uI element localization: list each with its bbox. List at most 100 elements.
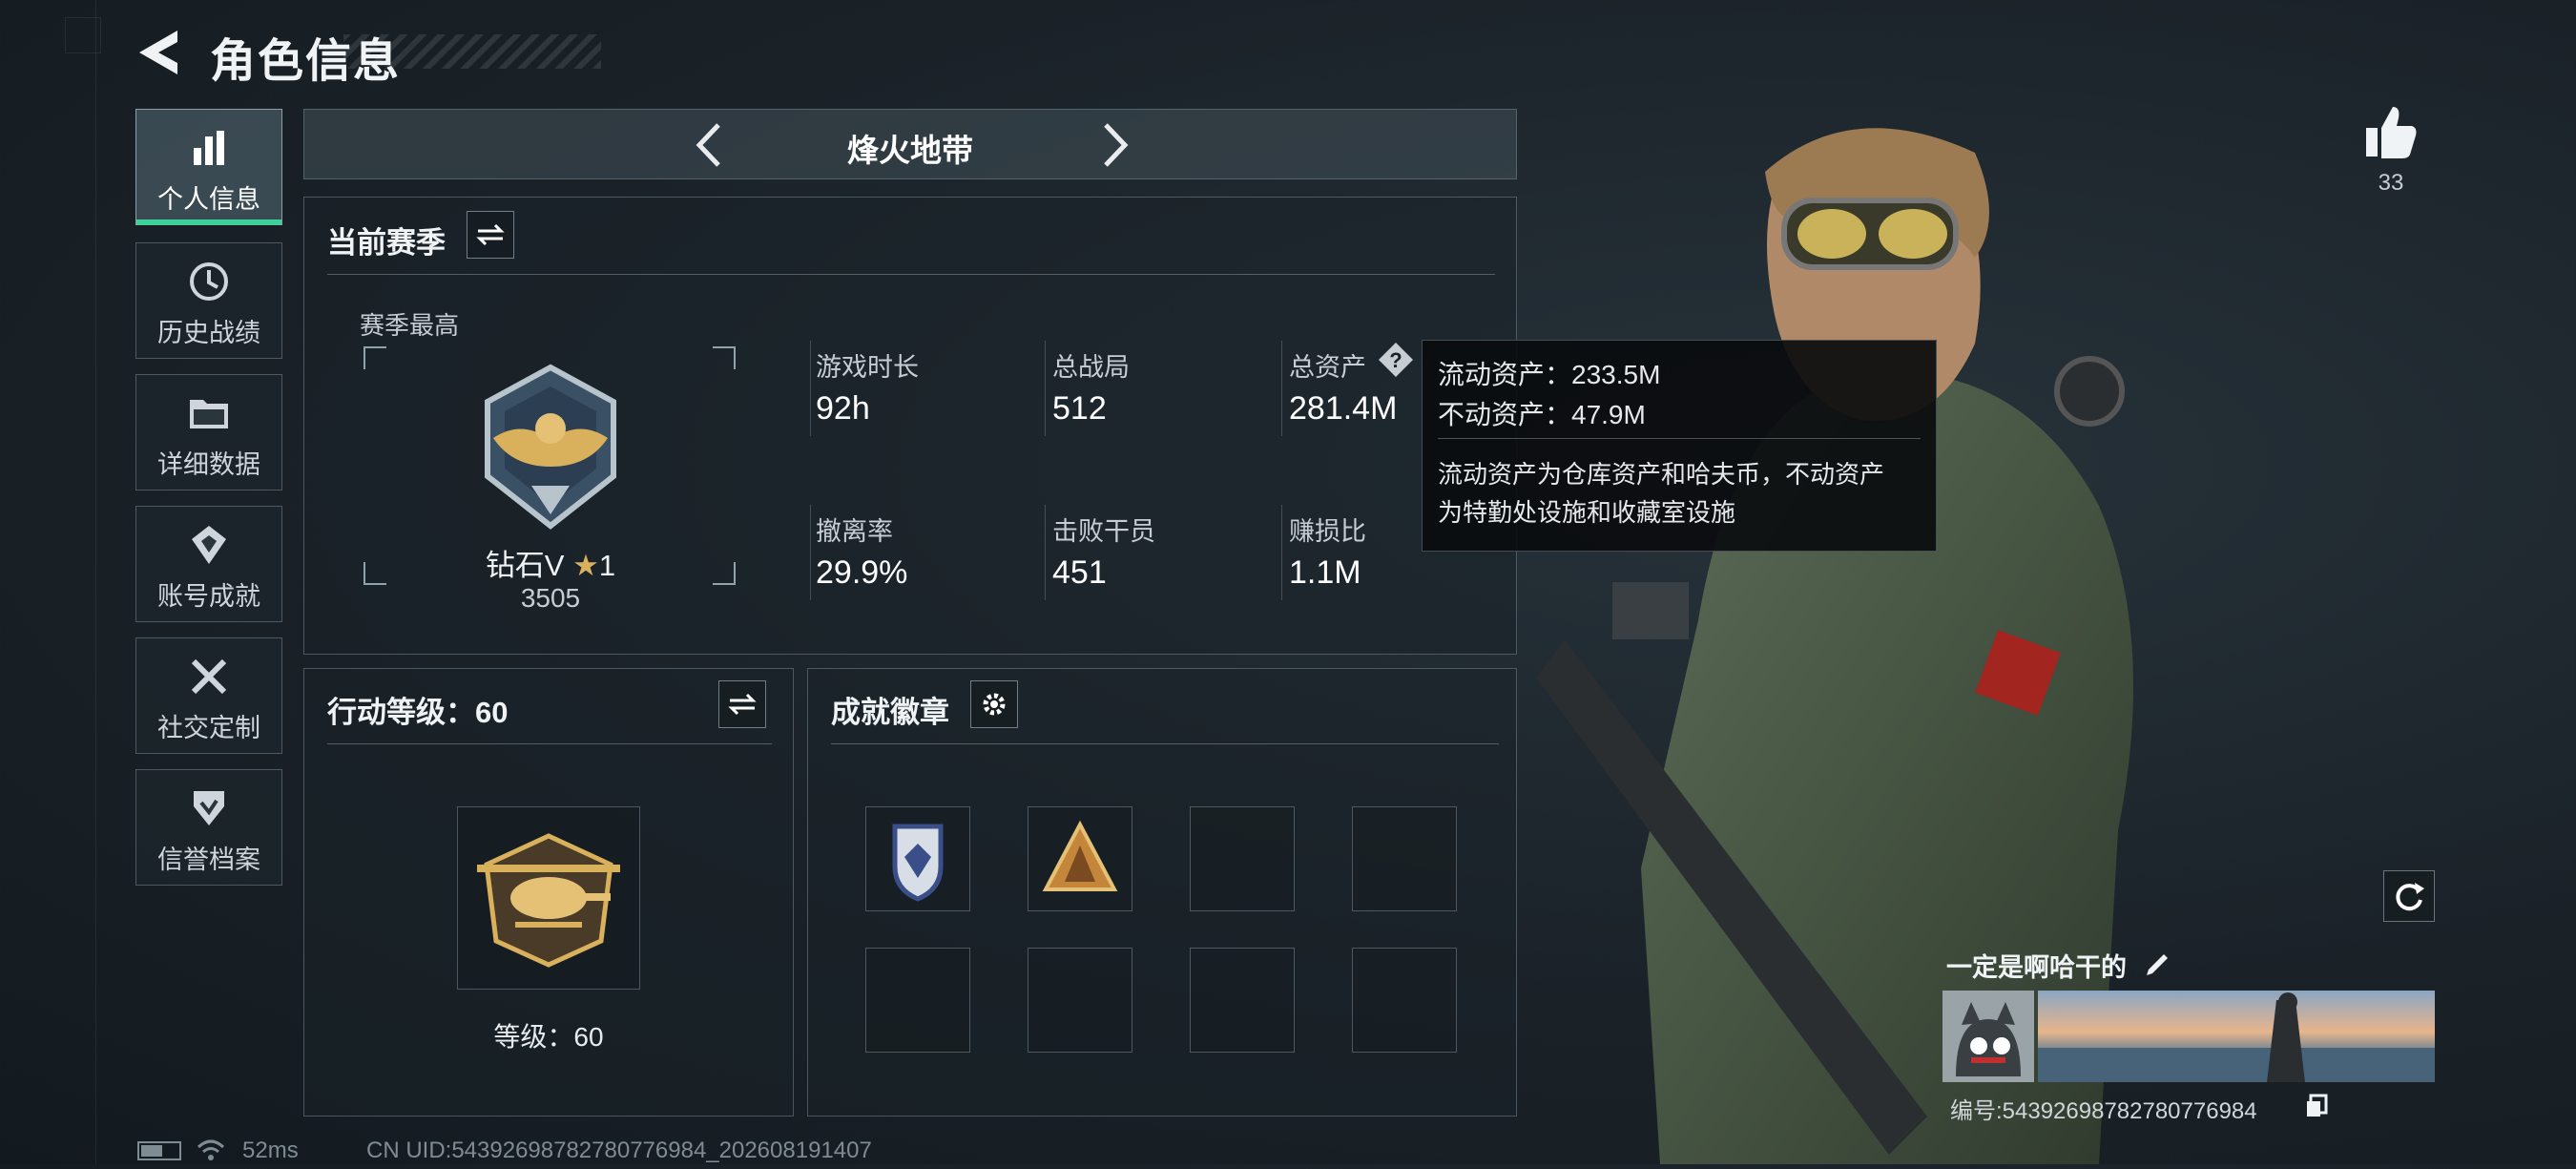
badge-slot[interactable] [1190,806,1295,911]
background-square [65,17,101,53]
stat-label-playtime: 游戏时长 [816,353,919,382]
question-icon: ? [1379,343,1413,377]
divider [1281,505,1282,600]
swap-icon [476,223,505,246]
divider [810,505,811,600]
action-level-title: 行动等级：60 [327,696,509,729]
copy-id-button[interactable] [2305,1094,2328,1118]
edit-name-button[interactable] [2143,949,2173,979]
stat-value-profit-ratio: 1.1M [1289,554,1361,591]
player-name: 一定是啊哈干的 [1946,953,2127,982]
sidebar-item-label: 详细数据 [157,450,260,479]
sidebar-item-label: 社交定制 [157,714,260,742]
sidebar-item-label: 历史战绩 [157,319,260,347]
stat-value-extract-rate: 29.9% [816,554,908,591]
refresh-icon [2396,883,2424,911]
swap-icon [728,693,757,716]
like-count: 33 [2378,170,2404,196]
like-button[interactable] [2362,103,2420,160]
tooltip-fixed-assets: 不动资产：47.9M [1438,400,1646,429]
wifi-icon [197,1138,225,1162]
badge-slot[interactable] [865,948,970,1053]
battery-icon [137,1141,181,1160]
rank-score: 3505 [520,583,581,613]
badge-slot[interactable] [865,806,970,911]
stat-label-kills: 击败干员 [1052,517,1155,546]
tooltip-desc-line1: 流动资产为仓库资产和哈夫币，不动资产 [1438,460,1885,489]
sidebar-item-detailed-data[interactable]: 详细数据 [135,374,282,491]
sidebar-item-history[interactable]: 历史战绩 [135,242,282,359]
badge-slot[interactable] [1352,806,1457,911]
action-level-switch-button[interactable] [718,680,766,728]
tools-icon [136,656,281,698]
tooltip-desc-line2: 为特勤处设施和收藏室设施 [1438,498,1736,527]
rank-emblem-icon [465,362,636,533]
divider [1045,505,1046,600]
refresh-button[interactable] [2383,870,2435,922]
credit-icon [136,787,281,829]
sidebar-item-credit[interactable]: 信誉档案 [135,769,282,886]
badge-slot[interactable] [1028,806,1132,911]
rank-name: 钻石V [485,549,565,582]
badges-settings-button[interactable] [970,680,1018,728]
stat-value-playtime: 92h [816,390,870,427]
divider [327,274,1495,275]
rank-name-row: 钻石V ★1 [379,541,722,584]
avatar[interactable] [1942,991,2034,1082]
sidebar-item-social-custom[interactable]: 社交定制 [135,637,282,754]
stat-label-extract-rate: 撤离率 [816,517,893,546]
stat-value-total-assets: 281.4M [1289,390,1398,427]
triangle-badge-icon [1042,820,1118,891]
tooltip-liquid-assets: 流动资产：233.5M [1438,360,1661,389]
gear-icon [983,693,1006,716]
divider [1438,438,1921,439]
stat-label-profit-ratio: 赚损比 [1289,517,1366,546]
title-decoration [343,34,601,69]
sidebar-item-label: 信誉档案 [157,845,260,874]
pencil-icon [2147,954,2168,975]
divider [810,341,811,436]
divider [831,743,1499,744]
star-icon: ★ [572,549,599,582]
divider [1281,341,1282,436]
sidebar-item-achievements[interactable]: 账号成就 [135,506,282,622]
stat-value-total-matches: 512 [1052,390,1107,427]
svg-text:?: ? [1389,348,1402,372]
action-level-panel: 行动等级：60 等级：60 [303,668,794,1117]
thumbs-up-icon [2366,107,2417,158]
helicopter-emblem-icon [477,833,620,968]
divider [1045,341,1046,436]
back-button[interactable] [134,27,191,78]
achievement-icon [136,524,281,566]
badges-panel: 成就徽章 [807,668,1517,1117]
uid-text: CN UID:54392698782780776984_202608191407 [366,1138,872,1163]
sidebar-item-label: 账号成就 [157,582,260,611]
profile-banner[interactable] [2038,991,2435,1082]
chevron-right-icon [1104,123,1129,167]
action-level-emblem-frame [457,806,640,990]
stat-value-kills: 451 [1052,554,1107,591]
back-arrow-icon [139,31,177,74]
history-icon [136,261,281,303]
bar-chart-icon [136,127,281,169]
ping-text: 52ms [242,1138,299,1163]
badge-slot[interactable] [1028,948,1132,1053]
season-switch-button[interactable] [467,211,514,259]
season-title: 当前赛季 [327,226,446,260]
folder-icon [136,392,281,434]
assets-tooltip: 流动资产：233.5M 不动资产：47.9M 流动资产为仓库资产和哈夫币，不动资… [1422,340,1937,552]
season-panel: 当前赛季 赛季最高 钻石V ★1 3505 游戏时长 92h 总战局 512 总… [303,197,1517,655]
rank-stars: 1 [598,549,616,582]
sidebar-item-personal-info[interactable]: 个人信息 [135,109,282,225]
stat-label-total-matches: 总战局 [1052,353,1130,382]
stat-label-total-assets: 总资产 [1289,353,1366,382]
sidebar-item-label: 个人信息 [157,185,260,214]
badge-slot[interactable] [1352,948,1457,1053]
season-best-label: 赛季最高 [360,311,460,340]
next-mode-button[interactable] [1091,119,1138,171]
background-frame-left [38,0,96,1164]
badge-slot[interactable] [1190,948,1295,1053]
copy-icon [2307,1094,2328,1117]
shield-badge-icon [892,824,944,902]
assets-help-button[interactable]: ? [1377,341,1415,379]
